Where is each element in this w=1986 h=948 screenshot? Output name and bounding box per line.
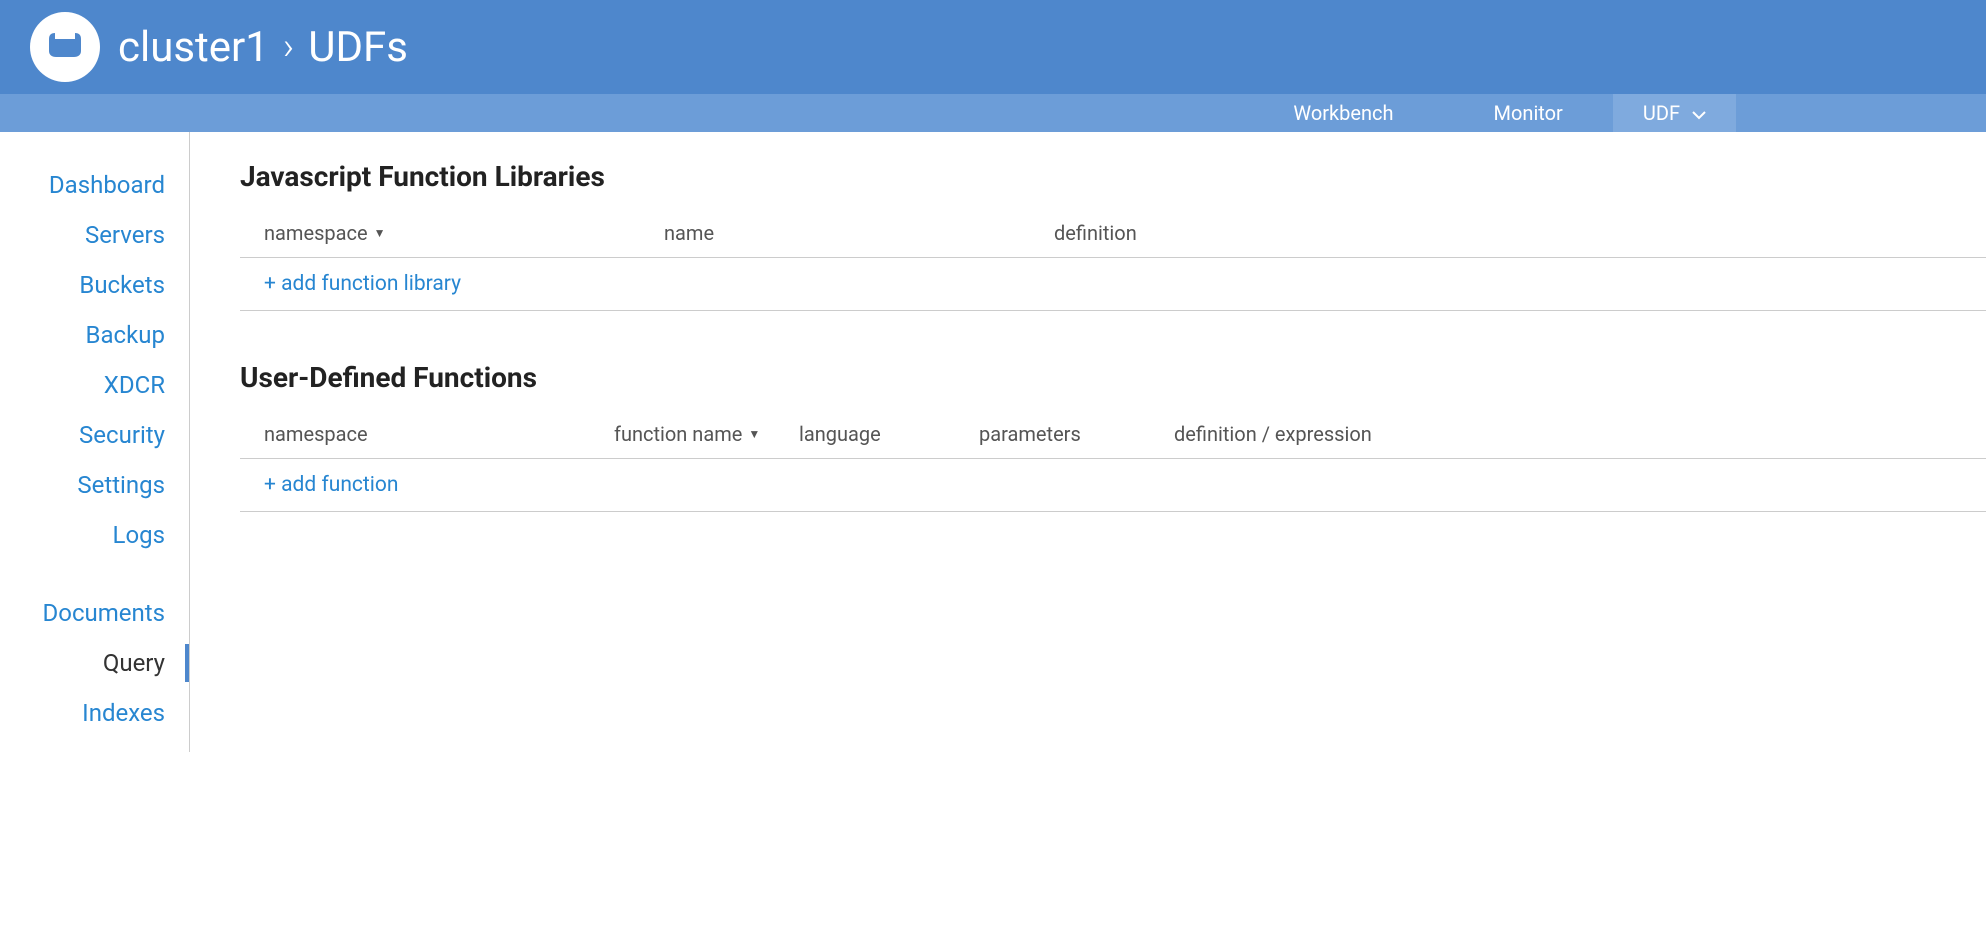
column-header-label: function name: [614, 422, 742, 446]
sidebar-item-indexes[interactable]: Indexes: [0, 688, 189, 738]
sidebar-item-label: Dashboard: [49, 171, 165, 199]
couchbase-logo-icon: [43, 25, 87, 69]
sidebar-item-security[interactable]: Security: [0, 410, 189, 460]
udfs-add-row: + add function: [240, 459, 1986, 512]
column-header-definition-expression[interactable]: definition / expression: [1174, 422, 1986, 446]
column-header-namespace[interactable]: namespace: [264, 422, 614, 446]
libraries-add-row: + add function library: [240, 258, 1986, 311]
breadcrumb-separator: ›: [283, 25, 294, 69]
column-header-label: namespace: [264, 221, 368, 245]
section-udfs: User-Defined Functions namespace functio…: [240, 361, 1986, 512]
sidebar-item-xdcr[interactable]: XDCR: [0, 360, 189, 410]
sidebar: Dashboard Servers Buckets Backup XDCR Se…: [0, 132, 190, 752]
column-header-definition[interactable]: definition: [1054, 221, 1986, 245]
add-function-library-link[interactable]: + add function library: [264, 272, 461, 296]
page-title: UDFs: [308, 23, 408, 72]
sidebar-item-label: Documents: [43, 599, 166, 627]
sidebar-item-servers[interactable]: Servers: [0, 210, 189, 260]
breadcrumb: cluster1 › UDFs: [118, 23, 408, 72]
sidebar-item-label: Indexes: [82, 699, 165, 727]
libraries-table-header: namespace ▼ name definition: [240, 211, 1986, 258]
subnav-label: Monitor: [1494, 101, 1563, 125]
column-header-name[interactable]: name: [664, 221, 1054, 245]
add-function-link[interactable]: + add function: [264, 473, 398, 497]
sidebar-item-backup[interactable]: Backup: [0, 310, 189, 360]
subnav-label: Workbench: [1293, 101, 1393, 125]
column-header-label: definition / expression: [1174, 422, 1372, 446]
udfs-table-header: namespace function name ▼ language param…: [240, 412, 1986, 459]
sidebar-item-label: Buckets: [79, 271, 165, 299]
subnav-monitor[interactable]: Monitor: [1444, 94, 1613, 132]
column-header-label: definition: [1054, 221, 1137, 245]
sidebar-item-label: XDCR: [104, 371, 165, 399]
cluster-name[interactable]: cluster1: [118, 23, 269, 72]
section-libraries: Javascript Function Libraries namespace …: [240, 160, 1986, 311]
column-header-label: name: [664, 221, 714, 245]
sidebar-item-label: Servers: [85, 221, 165, 249]
subnav-label: UDF: [1643, 101, 1680, 125]
sidebar-item-label: Query: [103, 649, 165, 677]
column-header-parameters[interactable]: parameters: [979, 422, 1174, 446]
sidebar-item-settings[interactable]: Settings: [0, 460, 189, 510]
sidebar-item-label: Backup: [86, 321, 165, 349]
subnav-workbench[interactable]: Workbench: [1243, 94, 1443, 132]
column-header-language[interactable]: language: [799, 422, 979, 446]
sidebar-item-label: Logs: [113, 521, 165, 549]
sidebar-item-label: Settings: [77, 471, 165, 499]
column-header-label: parameters: [979, 422, 1081, 446]
sidebar-item-buckets[interactable]: Buckets: [0, 260, 189, 310]
section-libraries-title: Javascript Function Libraries: [240, 160, 1986, 193]
logo: [30, 12, 100, 82]
sort-caret-icon: ▼: [374, 226, 386, 240]
subnav-udf[interactable]: UDF: [1613, 94, 1736, 132]
sidebar-item-logs[interactable]: Logs: [0, 510, 189, 560]
column-header-label: language: [799, 422, 881, 446]
sidebar-item-label: Security: [79, 421, 165, 449]
sidebar-item-dashboard[interactable]: Dashboard: [0, 160, 189, 210]
sidebar-item-documents[interactable]: Documents: [0, 588, 189, 638]
main-layout: Dashboard Servers Buckets Backup XDCR Se…: [0, 132, 1986, 752]
chevron-down-icon: [1692, 101, 1706, 125]
column-header-function-name[interactable]: function name ▼: [614, 422, 799, 446]
sidebar-divider: [0, 560, 189, 588]
sort-caret-icon: ▼: [748, 427, 760, 441]
section-udfs-title: User-Defined Functions: [240, 361, 1986, 394]
header-top: cluster1 › UDFs: [0, 0, 1986, 94]
column-header-namespace[interactable]: namespace ▼: [264, 221, 664, 245]
content: Javascript Function Libraries namespace …: [190, 132, 1986, 752]
column-header-label: namespace: [264, 422, 368, 446]
header-subnav: Workbench Monitor UDF: [0, 94, 1986, 132]
sidebar-item-query[interactable]: Query: [0, 638, 189, 688]
